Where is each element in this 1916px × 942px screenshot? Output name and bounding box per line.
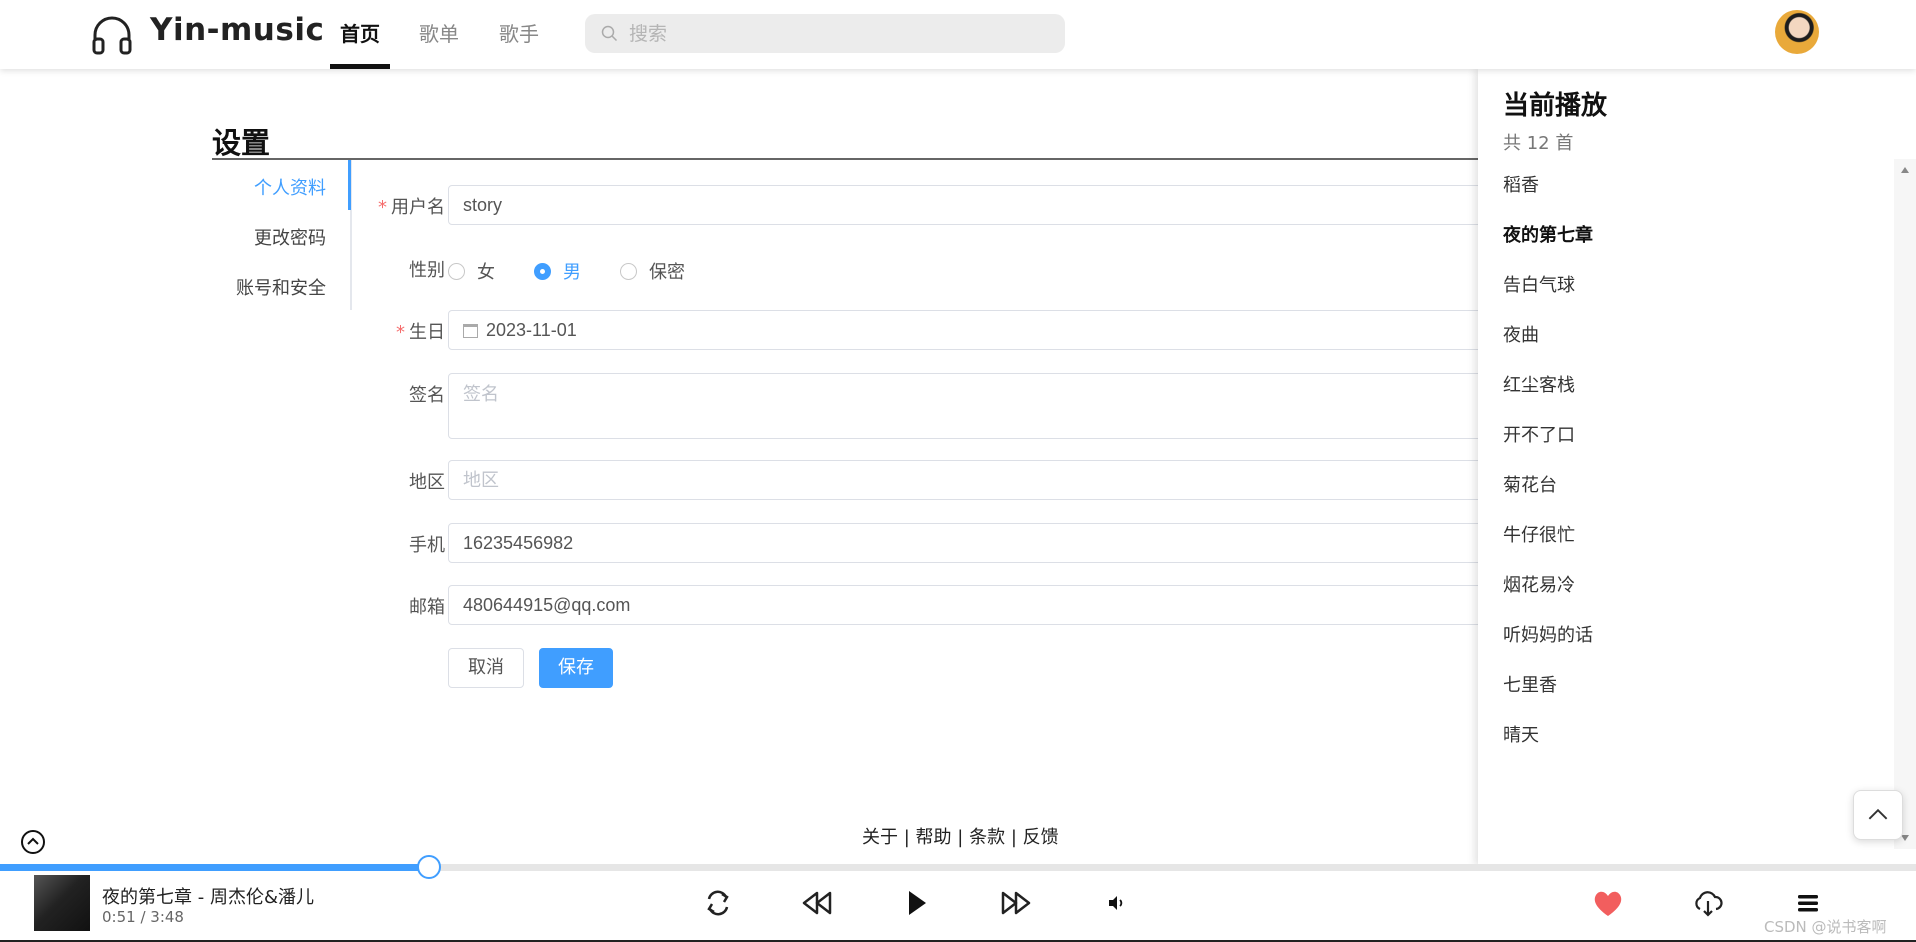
email-label: 邮箱 [409,597,445,618]
previous-icon[interactable] [799,885,835,921]
footer-links: 关于 | 帮助 | 条款 | 反馈 [862,823,1059,849]
gender-radio-secret[interactable]: 保密 [620,258,685,284]
nav-home[interactable]: 首页 [340,18,380,69]
birthday-date-picker[interactable]: 2023-11-01 [448,310,1520,350]
birthday-label: * 生日 [396,322,445,343]
form-row-phone: 手机 16235456982 [360,523,1520,563]
region-label: 地区 [409,472,445,493]
save-button[interactable]: 保存 [539,648,613,688]
top-header: Yin-music 首页 歌单 歌手 [0,0,1916,69]
footer-link-feedback[interactable]: 反馈 [1023,827,1059,848]
app-name[interactable]: Yin-music [150,12,324,48]
player-bar: 夜的第七章 - 周杰伦&潘儿 0:51 / 3:48 CSDN @说书客啊 [0,871,1916,942]
back-to-top-button[interactable] [1853,790,1903,840]
playlist-scrollbar[interactable] [1894,159,1916,849]
song-title: 夜的第七章 - 周杰伦&潘儿 [102,887,314,908]
playlist-item[interactable]: 夜曲 [1503,321,1539,347]
playlist-title: 当前播放 [1503,91,1608,121]
email-input[interactable]: 480644915@qq.com [448,585,1520,625]
playlist-item[interactable]: 听妈妈的话 [1503,621,1593,647]
playlist-item[interactable]: 烟花易冷 [1503,571,1575,597]
phone-label: 手机 [409,535,445,556]
progress-handle[interactable] [417,855,442,879]
menu-active-indicator [348,160,351,210]
now-playing-panel: 当前播放 共 12 首 稻香 夜的第七章 告白气球 夜曲 红尘客栈 开不了口 菊… [1478,69,1916,866]
playlist-item[interactable]: 牛仔很忙 [1503,521,1575,547]
playlist-item[interactable]: 七里香 [1503,671,1557,697]
radio-circle-checked [534,263,551,280]
nav-active-indicator [330,64,390,69]
chevron-up-circle-icon[interactable] [20,829,46,855]
required-mark: * [396,322,405,343]
playlist-count: 共 12 首 [1503,133,1574,154]
playlist-item[interactable]: 告白气球 [1503,271,1575,297]
progress-bar[interactable] [0,855,1916,879]
heart-icon[interactable] [1590,885,1626,921]
required-mark: * [378,197,387,218]
play-icon[interactable] [898,885,934,921]
headphones-logo-icon [92,16,132,55]
nav-singers[interactable]: 歌手 [499,18,539,69]
scroll-up-arrow-icon[interactable] [1901,167,1909,173]
footer-link-help[interactable]: 帮助 [916,827,952,848]
title-divider [212,158,1512,160]
region-input[interactable]: 地区 [448,460,1520,500]
progress-fill [0,864,430,871]
phone-input[interactable]: 16235456982 [448,523,1520,563]
playlist-item[interactable]: 稻香 [1503,171,1539,197]
scroll-down-arrow-icon[interactable] [1901,835,1909,841]
signature-textarea[interactable]: 签名 [448,373,1520,439]
settings-side-menu: 个人资料 更改密码 账号和安全 [212,160,352,310]
playlist-item[interactable]: 晴天 [1503,721,1539,747]
radio-circle [448,263,465,280]
playlist-item[interactable]: 菊花台 [1503,471,1557,497]
song-time: 0:51 / 3:48 [102,908,184,926]
user-avatar[interactable] [1775,10,1819,54]
form-row-signature: 签名 签名 [360,373,1520,439]
footer-separator: | [957,827,964,848]
cancel-button[interactable]: 取消 [448,648,524,688]
form-row-gender: 性别 女 男 保密 [360,248,1520,288]
page-title: 设置 [212,126,271,160]
footer-link-about[interactable]: 关于 [862,827,898,848]
next-icon[interactable] [998,885,1034,921]
watermark: CSDN @说书客啊 [1764,918,1887,936]
search-box[interactable] [585,14,1065,53]
form-row-email: 邮箱 480644915@qq.com [360,585,1520,625]
menu-item-profile[interactable]: 个人资料 [254,174,326,200]
username-label: * 用户名 [378,197,445,218]
playlist-item[interactable]: 红尘客栈 [1503,371,1575,397]
playlist-item[interactable]: 开不了口 [1503,421,1575,447]
form-row-region: 地区 地区 [360,460,1520,500]
gender-label: 性别 [409,260,445,281]
repeat-icon[interactable] [700,885,736,921]
volume-icon[interactable] [1098,885,1134,921]
search-input[interactable] [629,14,1049,53]
footer-separator: | [1010,827,1017,848]
footer-link-terms[interactable]: 条款 [969,827,1005,848]
radio-circle [620,263,637,280]
nav-playlists[interactable]: 歌单 [419,18,459,69]
calendar-icon [463,324,478,338]
username-input[interactable]: story [448,185,1520,225]
signature-label: 签名 [409,385,445,406]
gender-radio-female[interactable]: 女 [448,258,495,284]
footer-separator: | [903,827,910,848]
playlist-item-current[interactable]: 夜的第七章 [1503,221,1593,247]
search-icon [601,25,618,42]
form-row-birthday: * 生日 2023-11-01 [360,310,1520,350]
album-cover[interactable] [34,875,90,931]
menu-item-account-security[interactable]: 账号和安全 [236,274,326,300]
menu-item-change-password[interactable]: 更改密码 [254,224,326,250]
download-icon[interactable] [1690,885,1726,921]
form-row-username: * 用户名 story [360,185,1520,225]
gender-radio-male[interactable]: 男 [534,258,581,284]
